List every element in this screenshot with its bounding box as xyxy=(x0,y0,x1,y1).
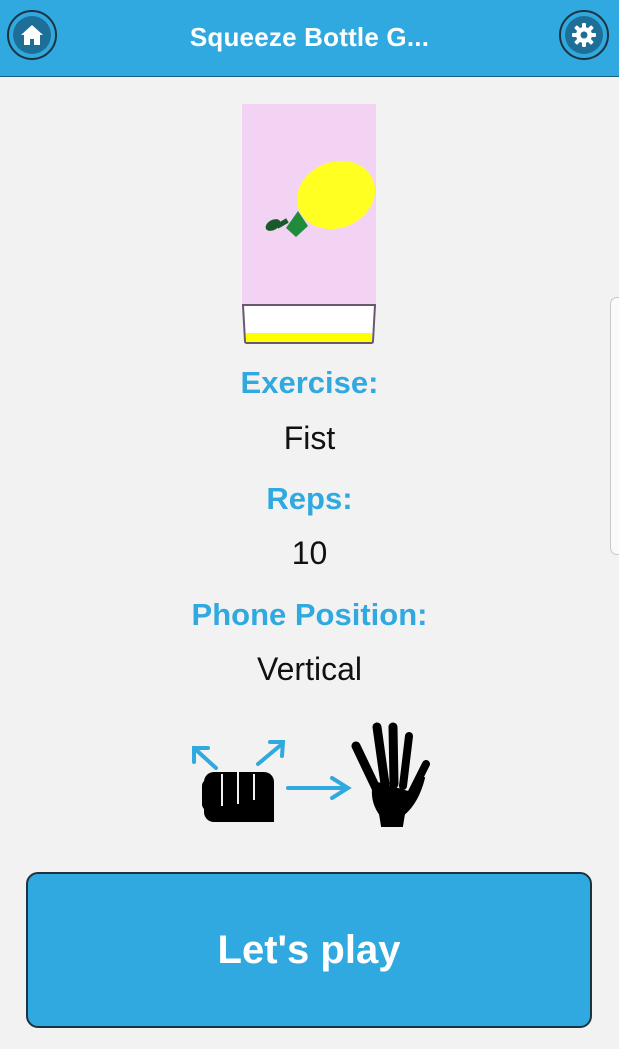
lets-play-button[interactable]: Let's play xyxy=(26,872,592,1028)
reps-label: Reps: xyxy=(266,481,353,516)
page-title: Squeeze Bottle G... xyxy=(189,22,430,52)
glass-icon xyxy=(242,304,376,344)
exercise-label: Exercise: xyxy=(240,365,379,400)
top-app-bar: Squeeze Bottle G... xyxy=(0,0,619,77)
expand-arrows-icon xyxy=(192,740,286,770)
app-screen: Squeeze Bottle G... Exercise: Fist Reps:… xyxy=(0,0,619,1049)
open-hand-icon xyxy=(351,722,430,827)
settings-button[interactable] xyxy=(559,10,609,60)
reps-value: 10 xyxy=(291,535,328,571)
phone-position-value: Vertical xyxy=(257,651,362,687)
gesture-illustration xyxy=(192,722,430,827)
game-preview xyxy=(242,104,376,344)
exercise-value: Fist xyxy=(283,420,336,456)
gear-icon xyxy=(572,23,596,47)
right-arrow-icon xyxy=(286,776,352,800)
phone-position-label: Phone Position: xyxy=(191,597,428,632)
